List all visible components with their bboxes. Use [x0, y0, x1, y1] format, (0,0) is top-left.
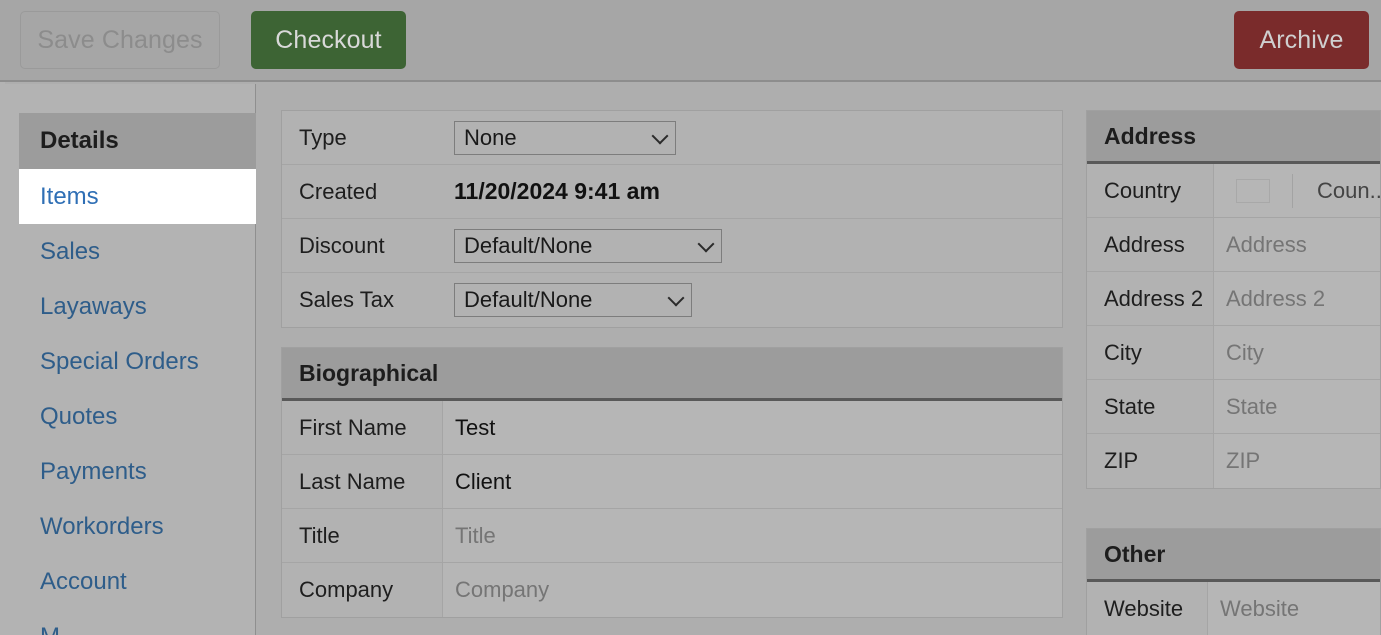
company-input[interactable]: Company: [442, 563, 1062, 617]
sidebar-nav: Details Items Sales Layaways Special Ord…: [19, 113, 256, 635]
zip-input[interactable]: ZIP: [1213, 434, 1380, 488]
type-select-value: None: [464, 124, 517, 150]
type-select[interactable]: None: [454, 120, 676, 155]
save-changes-button[interactable]: Save Changes: [20, 11, 220, 69]
biographical-card: Biographical First Name Test Last Name C…: [281, 347, 1063, 618]
first-name-value: Test: [455, 414, 496, 440]
discount-select-value: Default/None: [464, 232, 593, 258]
sales-tax-select[interactable]: Default/None: [454, 283, 692, 317]
sidebar-item-layaways[interactable]: Layaways: [19, 279, 256, 334]
sidebar-item-items[interactable]: Items: [19, 169, 256, 224]
label-address2: Address 2: [1087, 272, 1213, 325]
label-created: Created: [282, 165, 442, 218]
last-name-value: Client: [455, 468, 512, 494]
sidebar-item-sales[interactable]: Sales: [19, 224, 256, 279]
city-placeholder: City: [1226, 339, 1264, 365]
label-discount: Discount: [282, 219, 442, 272]
biographical-header: Biographical: [282, 348, 1062, 401]
row-city: City City: [1087, 326, 1380, 380]
archive-button[interactable]: Archive: [1234, 11, 1369, 69]
sales-tax-select-value: Default/None: [464, 287, 593, 312]
city-input[interactable]: City: [1213, 326, 1380, 379]
sidebar-item-workorders[interactable]: Workorders: [19, 499, 256, 554]
row-address2: Address 2 Address 2: [1087, 272, 1380, 326]
last-name-input[interactable]: Client: [442, 455, 1062, 508]
row-created: Created 11/20/2024 9:41 am: [282, 165, 1062, 219]
state-input[interactable]: State: [1213, 380, 1380, 433]
divider: [1292, 173, 1293, 208]
value-created: 11/20/2024 9:41 am: [442, 165, 1062, 218]
zip-placeholder: ZIP: [1226, 448, 1261, 473]
row-sales-tax: Sales Tax Default/None: [282, 273, 1062, 327]
action-toolbar: Save Changes Checkout Archive: [0, 0, 1381, 82]
title-placeholder: Title: [455, 522, 496, 548]
label-company: Company: [282, 563, 442, 617]
other-card: Other Website Website: [1086, 528, 1381, 635]
website-placeholder: Website: [1220, 596, 1300, 621]
row-address: Address Address: [1087, 218, 1380, 272]
row-zip: ZIP ZIP: [1087, 434, 1380, 488]
row-country: Country Coun..: [1087, 164, 1380, 218]
address-card: Address Country Coun.. Address Address A…: [1086, 110, 1381, 489]
main-content: Type None Created 11/20/2024 9:41 am Dis…: [257, 84, 1381, 635]
sidebar-header-details: Details: [19, 113, 256, 169]
sidebar-item-more[interactable]: M: [19, 609, 256, 635]
row-last-name: Last Name Client: [282, 455, 1062, 509]
sidebar-item-quotes[interactable]: Quotes: [19, 389, 256, 444]
checkout-button[interactable]: Checkout: [251, 11, 406, 69]
sidebar-item-payments[interactable]: Payments: [19, 444, 256, 499]
title-input[interactable]: Title: [442, 509, 1062, 562]
sidebar-item-special-orders[interactable]: Special Orders: [19, 334, 256, 389]
label-address: Address: [1087, 218, 1213, 271]
row-first-name: First Name Test: [282, 401, 1062, 455]
row-state: State State: [1087, 380, 1380, 434]
label-city: City: [1087, 326, 1213, 379]
row-company: Company Company: [282, 563, 1062, 617]
chevron-down-icon: [697, 235, 715, 252]
row-website: Website Website: [1087, 582, 1380, 635]
label-sales-tax: Sales Tax: [282, 273, 442, 327]
other-header: Other: [1087, 529, 1380, 582]
label-country: Country: [1087, 164, 1213, 217]
address-input[interactable]: Address: [1213, 218, 1380, 271]
chevron-down-icon: [667, 289, 685, 307]
chevron-down-icon: [651, 127, 669, 144]
value-sales-tax: Default/None: [442, 273, 1062, 327]
address-header: Address: [1087, 111, 1380, 164]
row-type: Type None: [282, 111, 1062, 165]
details-card: Type None Created 11/20/2024 9:41 am Dis…: [281, 110, 1063, 328]
label-website: Website: [1087, 582, 1207, 635]
discount-select[interactable]: Default/None: [454, 228, 722, 263]
app-root: Save Changes Checkout Archive Details It…: [0, 0, 1381, 635]
label-type: Type: [282, 111, 442, 164]
label-title: Title: [282, 509, 442, 562]
company-placeholder: Company: [455, 577, 550, 602]
value-discount: Default/None: [442, 219, 1062, 272]
address2-input[interactable]: Address 2: [1213, 272, 1380, 325]
website-input[interactable]: Website: [1207, 582, 1380, 635]
row-discount: Discount Default/None: [282, 219, 1062, 273]
state-placeholder: State: [1226, 393, 1278, 419]
flag-icon: [1236, 178, 1270, 203]
first-name-input[interactable]: Test: [442, 401, 1062, 454]
sidebar-item-account[interactable]: Account: [19, 554, 256, 609]
value-type: None: [442, 111, 1062, 164]
address-placeholder: Address: [1226, 231, 1307, 257]
label-first-name: First Name: [282, 401, 442, 454]
label-state: State: [1087, 380, 1213, 433]
label-zip: ZIP: [1087, 434, 1213, 488]
sidebar: Details Items Sales Layaways Special Ord…: [5, 84, 256, 635]
country-input[interactable]: Coun..: [1213, 164, 1380, 217]
row-title: Title Title: [282, 509, 1062, 563]
label-last-name: Last Name: [282, 455, 442, 508]
country-placeholder: Coun..: [1317, 177, 1380, 203]
address2-placeholder: Address 2: [1226, 285, 1326, 311]
created-timestamp: 11/20/2024 9:41 am: [454, 178, 660, 204]
